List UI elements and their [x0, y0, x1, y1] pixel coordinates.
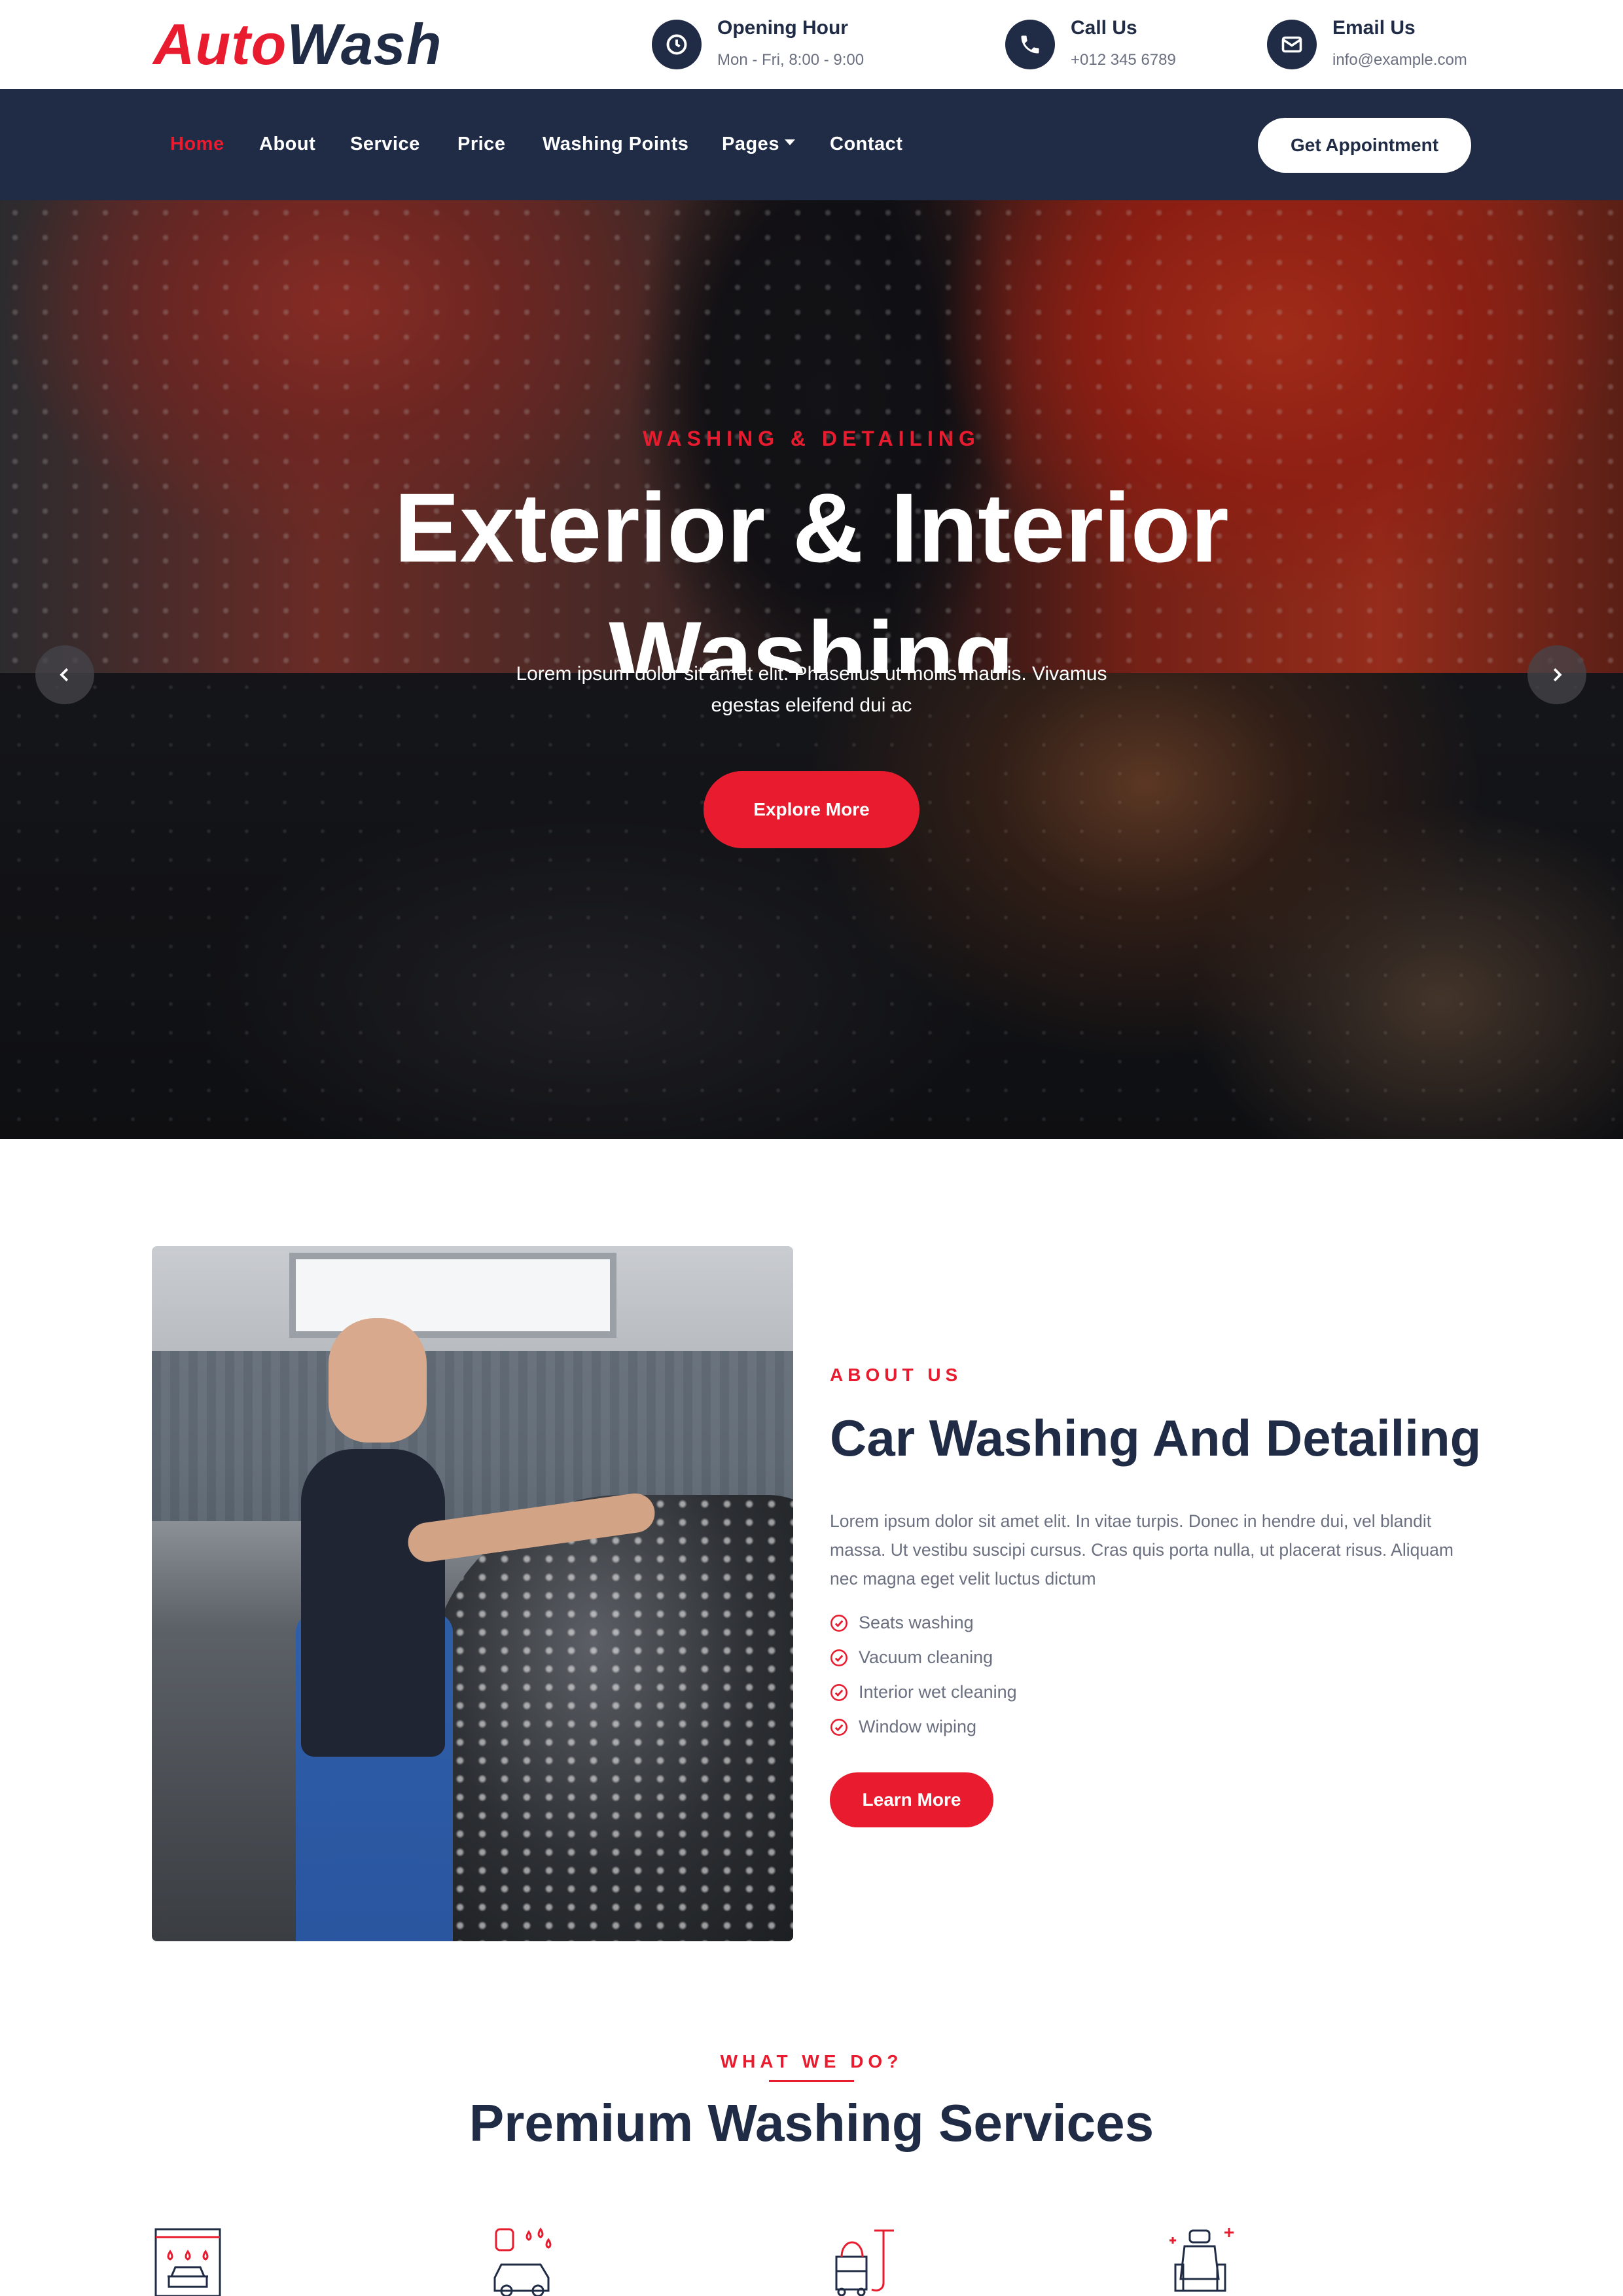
opening-hour-value: Mon - Fri, 8:00 - 9:00 [717, 51, 865, 69]
car-washing-icon [493, 2227, 552, 2296]
chevron-left-icon [60, 668, 69, 682]
main-navbar: Home About Service Price Washing Points … [0, 89, 1623, 200]
car-wash-icon [154, 2228, 221, 2296]
get-appointment-button[interactable]: Get Appointment [1258, 118, 1471, 173]
envelope-icon [1267, 20, 1317, 69]
nav-washing-points[interactable]: Washing Points [543, 134, 688, 155]
logo-part-wash: Wash [287, 12, 442, 77]
about-image-man-washing-car [152, 1246, 793, 1941]
check-circle-icon [830, 1719, 847, 1736]
man-head [329, 1318, 427, 1443]
clock-icon [652, 20, 702, 69]
nav-pages-dropdown[interactable]: Pages [722, 134, 795, 155]
nav-contact[interactable]: Contact [830, 134, 902, 155]
feature-label: Window wiping [859, 1717, 977, 1736]
check-circle-icon [830, 1684, 847, 1701]
feature-label: Seats washing [859, 1613, 974, 1632]
nav-home[interactable]: Home [170, 134, 224, 155]
explore-more-button[interactable]: Explore More [704, 771, 919, 848]
garage-window [289, 1253, 616, 1338]
hero-title: Exterior & Interior Washing [394, 473, 1229, 673]
top-bar: AutoWash Opening Hour Mon - Fri, 8:00 - … [0, 0, 1623, 89]
about-text: Lorem ipsum dolor sit amet elit. In vita… [830, 1511, 1454, 1588]
services-title: Premium Washing Services [469, 2094, 1154, 2152]
email-us-title: Email Us [1332, 17, 1416, 39]
vacuum-cleaner-icon [835, 2229, 894, 2296]
feature-label: Vacuum cleaning [859, 1647, 993, 1667]
soap-suds [427, 1495, 793, 1941]
phone-icon [1005, 20, 1055, 69]
feature-label: Interior wet cleaning [859, 1682, 1017, 1702]
nav-about[interactable]: About [259, 134, 315, 155]
opening-hour-title: Opening Hour [717, 17, 848, 39]
hero-description: Lorem ipsum dolor sit amet elit. Phasell… [516, 663, 1107, 716]
nav-price[interactable]: Price [457, 134, 505, 155]
car-seat-icon [1169, 2228, 1234, 2292]
hero-carousel: WASHING & DETAILING Exterior & Interior … [0, 200, 1623, 1139]
call-us-title: Call Us [1071, 17, 1137, 39]
chevron-right-icon [1553, 668, 1562, 682]
learn-more-button[interactable]: Learn More [830, 1772, 993, 1827]
caret-down-icon [784, 139, 795, 145]
check-circle-icon [830, 1649, 847, 1666]
hero-eyebrow: WASHING & DETAILING [643, 427, 980, 450]
about-title: Car Washing And Detailing [830, 1409, 1482, 1467]
email-us-value[interactable]: info@example.com [1332, 51, 1467, 69]
carousel-next-button[interactable] [1527, 645, 1586, 704]
check-circle-icon [830, 1615, 847, 1632]
carousel-prev-button[interactable] [35, 645, 94, 704]
services-eyebrow: WHAT WE DO? [720, 2051, 903, 2072]
services-eyebrow-underline [769, 2080, 854, 2082]
call-us-value[interactable]: +012 345 6789 [1071, 51, 1176, 69]
about-eyebrow: ABOUT US [830, 1365, 963, 1385]
man-shirt [301, 1449, 445, 1757]
site-logo[interactable]: AutoWash [153, 12, 442, 77]
nav-pages-label: Pages [722, 134, 779, 154]
logo-part-auto: Auto [153, 12, 287, 77]
nav-service[interactable]: Service [350, 134, 420, 155]
